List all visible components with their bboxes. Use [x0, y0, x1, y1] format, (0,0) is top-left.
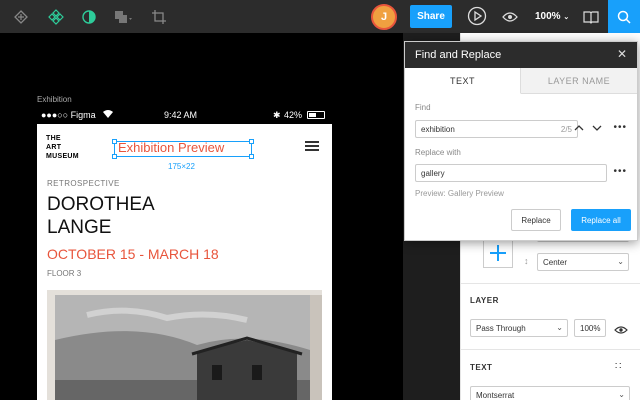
find-replace-toggle[interactable]	[608, 0, 640, 33]
font-family-select[interactable]: Montserrat ⌄	[470, 386, 630, 400]
logo-line: MUSEUM	[46, 153, 79, 160]
exhibition-dates[interactable]: OCTOBER 15 - MARCH 18	[47, 246, 219, 262]
exhibition-photo[interactable]	[47, 290, 322, 400]
time-text: 9:42 AM	[164, 110, 198, 120]
panel-divider	[460, 349, 640, 350]
find-replace-dialog: Find and Replace ✕ TEXT LAYER NAME Find …	[404, 41, 638, 241]
blend-mode-select[interactable]: Pass Through ⌄	[470, 319, 568, 337]
logo-line: ART	[46, 144, 62, 151]
wifi-icon	[103, 109, 113, 120]
replace-all-button[interactable]: Replace all	[571, 209, 631, 231]
chevron-up-icon	[574, 124, 583, 130]
opacity-value: 100%	[580, 324, 601, 333]
find-input[interactable]: exhibition 2/5	[415, 120, 578, 138]
text-heading: TEXT	[470, 363, 493, 372]
artist-line: DOROTHEA	[47, 194, 155, 215]
component-icon[interactable]	[45, 6, 67, 28]
mask-icon[interactable]	[78, 6, 100, 28]
floor-label[interactable]: FLOOR 3	[47, 269, 81, 278]
replace-options-more-icon[interactable]: •••	[613, 166, 627, 177]
find-label: Find	[415, 103, 431, 112]
zoom-value: 100%	[535, 11, 561, 22]
find-options-more-icon[interactable]: •••	[613, 122, 627, 133]
next-match-button[interactable]	[589, 120, 604, 135]
opacity-input[interactable]: 100%	[574, 319, 606, 337]
resize-handle[interactable]	[249, 139, 254, 144]
artist-line: LANGE	[47, 217, 112, 238]
resize-handle[interactable]	[249, 154, 254, 159]
chevron-down-icon	[592, 125, 601, 131]
font-family-value: Montserrat	[476, 391, 515, 400]
vertical-constraint-icon: ↕	[524, 256, 529, 266]
eye-icon[interactable]	[499, 6, 521, 28]
battery-percent: 42%	[284, 110, 303, 120]
text-styles-grid-icon[interactable]: ∷	[615, 361, 621, 372]
tab-text[interactable]: TEXT	[405, 68, 521, 94]
artist-name[interactable]: DOROTHEA LANGE	[47, 193, 247, 239]
bluetooth-icon: ✱	[273, 110, 281, 120]
figma-window: J Share 100% ⌄ Exhibition ●●●○○ Figma 9:…	[0, 0, 640, 400]
user-avatar[interactable]: J	[371, 4, 397, 30]
close-icon[interactable]: ✕	[617, 47, 627, 61]
constraints-widget[interactable]	[483, 238, 513, 268]
zoom-dropdown[interactable]: 100% ⌄	[535, 11, 569, 22]
menu-icon[interactable]	[305, 141, 319, 152]
previous-match-button[interactable]	[571, 120, 586, 135]
logo-line: THE	[46, 135, 61, 142]
vertical-constraint-select[interactable]: Center ⌄	[537, 253, 629, 271]
selection-box[interactable]	[112, 139, 254, 159]
carrier-text: ●●●○○ Figma	[41, 110, 96, 120]
museum-logo[interactable]: THE ART MUSEUM	[46, 134, 106, 161]
crop-icon[interactable]	[148, 6, 170, 28]
ios-status-bar: ●●●○○ Figma 9:42 AM ✱ 42%	[37, 107, 332, 124]
avatar-initial: J	[380, 11, 388, 23]
vertical-constraint-value: Center	[543, 258, 568, 267]
frame-label[interactable]: Exhibition	[37, 95, 72, 104]
exhibition-frame[interactable]: ●●●○○ Figma 9:42 AM ✱ 42% THE ART MUSEUM…	[37, 107, 332, 400]
tab-layer-name[interactable]: LAYER NAME	[521, 68, 637, 94]
replace-input[interactable]: gallery	[415, 164, 607, 182]
replace-button[interactable]: Replace	[511, 209, 561, 231]
move-tool-icon[interactable]	[10, 6, 32, 28]
dialog-title: Find and Replace	[415, 49, 502, 61]
share-button[interactable]: Share	[410, 5, 452, 28]
chevron-down-icon: ⌄	[563, 14, 570, 21]
layer-visibility-eye-icon[interactable]	[614, 322, 628, 340]
play-icon[interactable]	[466, 5, 488, 27]
panel-divider	[460, 283, 640, 284]
blend-mode-value: Pass Through	[476, 324, 526, 333]
chevron-down-icon: ⌄	[618, 390, 625, 399]
chevron-down-icon: ⌄	[556, 323, 563, 332]
chevron-down-icon: ⌄	[617, 257, 624, 266]
replace-input-value: gallery	[421, 169, 445, 178]
layer-heading: LAYER	[470, 296, 499, 305]
book-icon[interactable]	[580, 6, 602, 28]
battery-icon	[307, 111, 325, 119]
top-toolbar: J Share 100% ⌄	[0, 0, 640, 33]
find-input-value: exhibition	[421, 125, 455, 134]
search-icon	[617, 10, 631, 24]
selection-dimensions: 175×22	[168, 162, 195, 171]
replace-label: Replace with	[415, 148, 461, 157]
dialog-header: Find and Replace ✕	[405, 42, 637, 68]
boolean-icon[interactable]	[112, 6, 134, 28]
retrospective-label[interactable]: RETROSPECTIVE	[47, 179, 120, 188]
replace-preview: Preview: Gallery Preview	[415, 189, 504, 198]
resize-handle[interactable]	[112, 154, 117, 159]
resize-handle[interactable]	[112, 139, 117, 144]
